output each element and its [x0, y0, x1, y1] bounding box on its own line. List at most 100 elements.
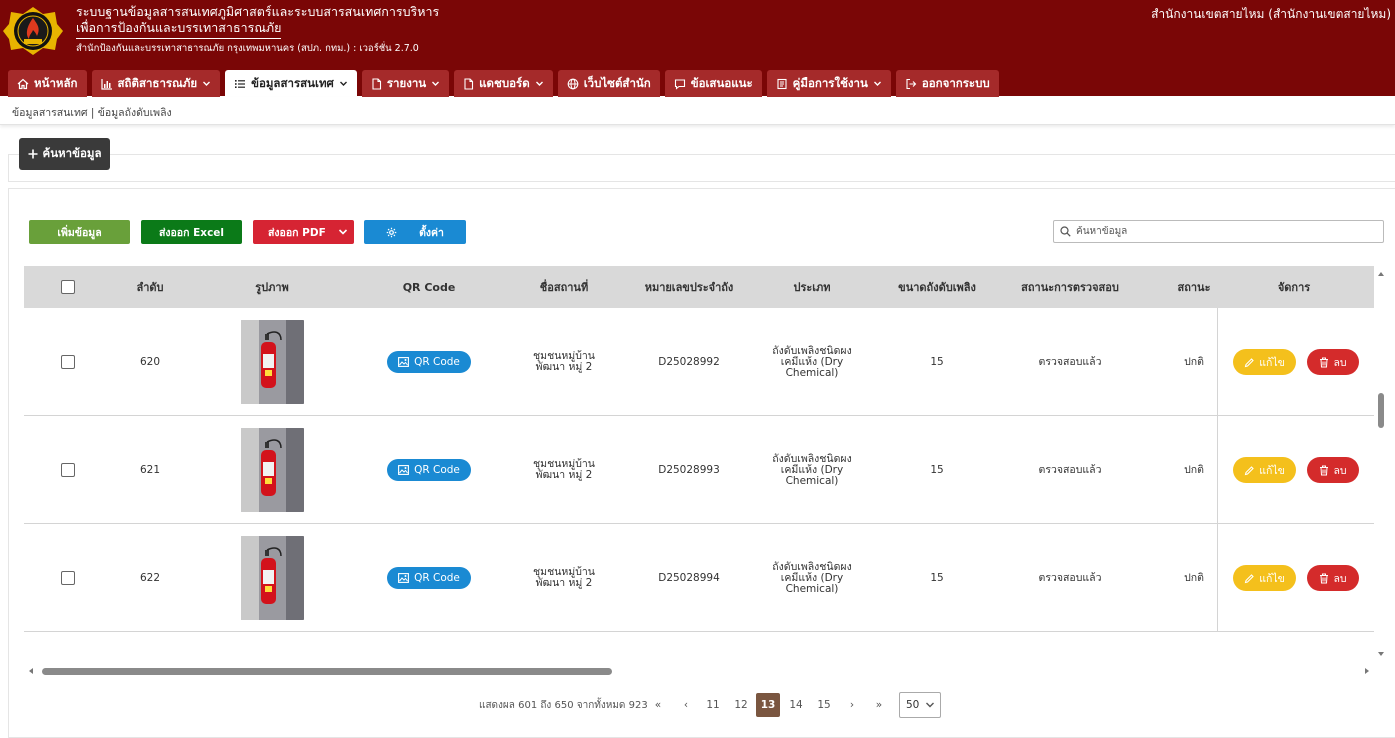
nav-tab-label: ออกจากระบบ: [921, 75, 990, 90]
chevron-down-icon: [535, 81, 543, 86]
cell-tank-no: D25028992: [658, 355, 720, 368]
chevron-down-icon: [926, 702, 935, 708]
col-header-status[interactable]: สถานะ: [1164, 266, 1224, 308]
cell-status: ปกติ: [1184, 355, 1204, 368]
nav-tab-label: ข้อเสนอแนะ: [690, 75, 753, 90]
cell-type: ถังดับเพลิงชนิดผง เคมีแห้ง (Dry Chemical…: [772, 344, 852, 379]
col-header-actions: จัดการ: [1277, 281, 1311, 294]
search-panel: [8, 154, 1395, 182]
book-icon: [777, 78, 787, 89]
col-header-tank-no[interactable]: หมายเลขประจำถัง: [634, 266, 744, 308]
col-header-qr[interactable]: QR Code: [389, 266, 469, 308]
page-button[interactable]: 15: [812, 693, 836, 717]
cell-type: ถังดับเพลิงชนิดผง เคมีแห้ง (Dry Chemical…: [772, 452, 852, 487]
data-table: 619QR Codeชุมชนหมู่บ้านพัฒนา หมู่ 2D2502…: [24, 266, 1388, 664]
qr-code-button[interactable]: QR Code: [387, 351, 471, 373]
search-icon: [1060, 226, 1071, 237]
delete-label: ลบ: [1333, 572, 1347, 585]
page-button[interactable]: 11: [701, 693, 725, 717]
delete-button[interactable]: ลบ: [1307, 457, 1359, 483]
nav-tab-label: แดชบอร์ด: [479, 75, 530, 90]
nav-tab-manual[interactable]: คู่มือการใช้งาน: [766, 70, 891, 97]
delete-button[interactable]: ลบ: [1307, 349, 1359, 375]
chevron-down-icon: [432, 81, 440, 86]
vertical-scrollbar[interactable]: [1374, 266, 1388, 664]
settings-button[interactable]: ตั้งค่า: [364, 220, 466, 244]
col-header-image[interactable]: รูปภาพ: [232, 266, 312, 308]
main-nav: หน้าหลัก สถิติสาธารณภัย ข้อมูลสารสนเทศ ร…: [8, 70, 999, 97]
nav-tab-website[interactable]: เว็บไซต์สำนัก: [557, 70, 660, 97]
cell-qr: QR Code: [369, 524, 489, 632]
add-data-button[interactable]: เพิ่มข้อมูล: [29, 220, 130, 244]
chat-icon: [674, 78, 685, 90]
trash-icon: [1320, 465, 1329, 475]
cell-place: ชุมชนหมู่บ้านพัฒนา หมู่ 2: [533, 350, 595, 373]
cell-place: ชุมชนหมู่บ้านพัฒนา หมู่ 2: [533, 566, 595, 589]
page-button[interactable]: 14: [784, 693, 808, 717]
scroll-right-icon: [1365, 668, 1369, 674]
qr-code-label: QR Code: [414, 571, 460, 584]
page-last-button[interactable]: »: [867, 693, 891, 717]
page-button-current[interactable]: 13: [756, 693, 780, 717]
settings-label: ตั้งค่า: [419, 226, 444, 239]
nav-tab-reports[interactable]: รายงาน: [361, 70, 450, 97]
nav-tab-logout[interactable]: ออกจากระบบ: [895, 70, 999, 97]
col-header-place[interactable]: ชื่อสถานที่: [514, 266, 614, 308]
fire-department-logo: [3, 7, 63, 55]
fire-extinguisher-photo[interactable]: [240, 320, 304, 404]
export-excel-button[interactable]: ส่งออก Excel: [141, 220, 242, 244]
horizontal-scrollbar[interactable]: [24, 664, 1374, 678]
pencil-icon: [1244, 357, 1254, 367]
edit-button[interactable]: แก้ไข: [1233, 457, 1296, 483]
qr-code-button[interactable]: QR Code: [387, 459, 471, 481]
fire-extinguisher-photo[interactable]: [240, 428, 304, 512]
export-pdf-dropdown[interactable]: [332, 220, 354, 244]
nav-tab-dashboard[interactable]: แดชบอร์ด: [454, 70, 553, 97]
horizontal-scroll-thumb[interactable]: [42, 668, 612, 675]
trash-icon: [1320, 357, 1329, 367]
col-header-size[interactable]: ขนาดถังดับเพลิง: [882, 266, 992, 308]
col-header-no[interactable]: ลำดับ: [110, 266, 190, 308]
search-toggle-button[interactable]: ค้นหาข้อมูล: [19, 138, 110, 170]
pencil-icon: [1244, 573, 1254, 583]
page-button[interactable]: 12: [729, 693, 753, 717]
row-checkbox[interactable]: [61, 355, 75, 369]
qr-code-label: QR Code: [414, 355, 460, 368]
search-toggle-label: ค้นหาข้อมูล: [42, 146, 102, 160]
chevron-down-icon: [873, 81, 881, 86]
nav-tab-label: ข้อมูลสารสนเทศ: [251, 75, 334, 90]
delete-button[interactable]: ลบ: [1307, 565, 1359, 591]
cell-size: 15: [930, 463, 944, 476]
search-input[interactable]: [1076, 226, 1366, 237]
search-box: [1053, 220, 1384, 243]
cell-size: 15: [930, 571, 944, 584]
col-header-type[interactable]: ประเภท: [762, 266, 862, 308]
row-checkbox[interactable]: [61, 571, 75, 585]
nav-tab-home[interactable]: หน้าหลัก: [8, 70, 87, 97]
row-checkbox[interactable]: [61, 463, 75, 477]
nav-tab-statistics[interactable]: สถิติสาธารณภัย: [91, 70, 221, 97]
nav-tab-information[interactable]: ข้อมูลสารสนเทศ: [225, 70, 357, 97]
nav-tab-label: เว็บไซต์สำนัก: [583, 75, 651, 90]
select-all-checkbox[interactable]: [61, 280, 75, 294]
page-prev-button[interactable]: ‹: [674, 693, 698, 717]
col-header-inspection[interactable]: สถานะการตรวจสอบ: [1014, 266, 1126, 308]
pagination-info: แสดงผล 601 ถึง 650 จากทั้งหมด 923: [479, 700, 648, 711]
page-size-select[interactable]: 50: [899, 692, 941, 718]
page-next-button[interactable]: ›: [840, 693, 864, 717]
breadcrumb: ข้อมูลสารสนเทศ | ข้อมูลถังดับเพลิง: [0, 97, 1395, 125]
globe-icon: [567, 78, 579, 89]
vertical-scroll-thumb[interactable]: [1378, 393, 1384, 428]
pagination: แสดงผล 601 ถึง 650 จากทั้งหมด 923 « ‹ 11…: [0, 692, 1395, 718]
system-subtitle: สำนักป้องกันและบรรเทาสาธารณภัย กรุงเทพมห…: [76, 43, 419, 54]
column-divider: [1217, 416, 1218, 524]
edit-label: แก้ไข: [1259, 464, 1285, 477]
cell-image: [232, 524, 312, 632]
edit-button[interactable]: แก้ไข: [1233, 349, 1296, 375]
export-pdf-button[interactable]: ส่งออก PDF: [253, 220, 354, 244]
nav-tab-feedback[interactable]: ข้อเสนอแนะ: [664, 70, 762, 97]
fire-extinguisher-photo[interactable]: [240, 536, 304, 620]
edit-button[interactable]: แก้ไข: [1233, 565, 1296, 591]
qr-code-button[interactable]: QR Code: [387, 567, 471, 589]
page-first-button[interactable]: «: [646, 693, 670, 717]
